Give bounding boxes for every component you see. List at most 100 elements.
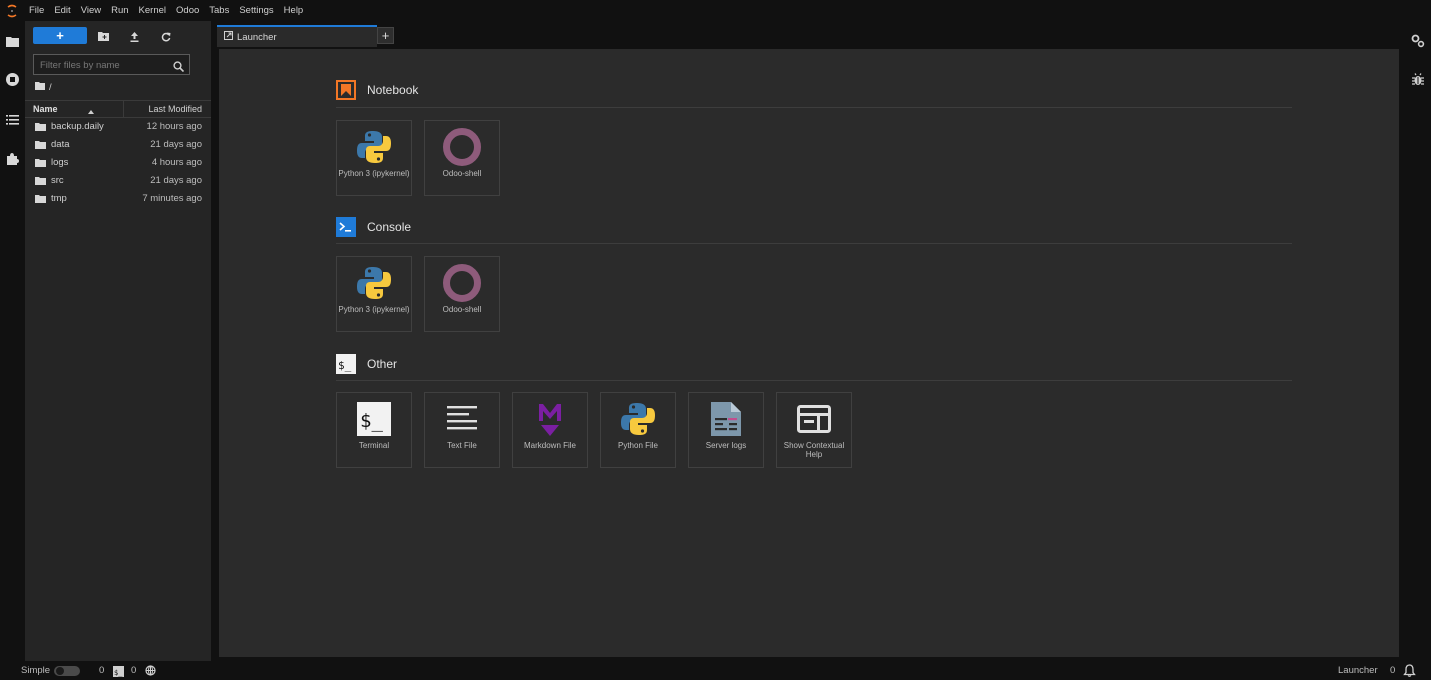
property-inspector-icon[interactable] <box>1410 33 1426 49</box>
folder-icon[interactable] <box>3 32 21 50</box>
kernels-count[interactable]: 0 <box>99 665 104 676</box>
python-icon <box>354 263 394 303</box>
card-label: Odoo-shell <box>442 305 482 314</box>
card-label: Markdown File <box>523 441 576 450</box>
menu-settings[interactable]: Settings <box>234 0 278 21</box>
column-divider[interactable] <box>123 101 124 118</box>
folder-icon <box>35 195 46 206</box>
menu-help[interactable]: Help <box>279 0 309 21</box>
current-activity-label: Launcher <box>1338 665 1378 676</box>
card-label: Python 3 (ipykernel) <box>338 169 410 178</box>
table-of-contents-icon[interactable] <box>3 110 21 128</box>
folder-icon <box>35 123 46 134</box>
svg-text:$_: $_ <box>114 669 123 677</box>
sort-ascending-icon <box>88 106 94 116</box>
menu-run[interactable]: Run <box>106 0 133 21</box>
right-activity-bar <box>1405 21 1431 661</box>
python-file-card[interactable]: Python File <box>600 392 676 468</box>
menu-edit[interactable]: Edit <box>49 0 75 21</box>
console-python3-card[interactable]: Python 3 (ipykernel) <box>336 256 412 332</box>
section-title: Notebook <box>367 83 419 97</box>
contextual-help-icon <box>794 399 834 439</box>
column-modified-header[interactable]: Last Modified <box>148 104 202 114</box>
text-file-icon <box>442 399 482 439</box>
file-modified: 21 days ago <box>150 139 202 150</box>
terminals-count[interactable]: 0 <box>131 665 136 676</box>
menu-file[interactable]: File <box>24 0 49 21</box>
svg-text:$_: $_ <box>338 359 352 372</box>
breadcrumb[interactable]: / <box>35 82 52 93</box>
debugger-bug-icon[interactable] <box>1410 71 1426 87</box>
tab-label: Launcher <box>237 31 277 43</box>
new-launcher-button[interactable]: + <box>33 27 87 44</box>
upload-icon[interactable] <box>126 28 143 45</box>
notebook-icon <box>336 80 356 100</box>
file-row[interactable]: backup.daily 12 hours ago <box>25 119 211 137</box>
tab-launcher[interactable]: Launcher <box>217 25 377 47</box>
file-row[interactable]: tmp 7 minutes ago <box>25 191 211 209</box>
simple-mode-label: Simple <box>21 665 51 676</box>
file-list-header: Name Last Modified <box>25 100 211 118</box>
add-tab-button[interactable]: + <box>377 27 394 44</box>
column-name-header[interactable]: Name <box>33 104 58 114</box>
running-kernels-icon[interactable] <box>3 70 21 88</box>
other-section-header: $_ Other <box>336 354 1292 376</box>
notebook-python3-card[interactable]: Python 3 (ipykernel) <box>336 120 412 196</box>
folder-icon <box>35 141 46 152</box>
file-name: data <box>51 139 70 150</box>
markdown-file-card[interactable]: Markdown File <box>512 392 588 468</box>
terminal-card[interactable]: $_ Terminal <box>336 392 412 468</box>
text-file-card[interactable]: Text File <box>424 392 500 468</box>
file-row[interactable]: src 21 days ago <box>25 173 211 191</box>
simple-mode-toggle[interactable] <box>54 666 80 676</box>
menu-odoo[interactable]: Odoo <box>171 0 204 21</box>
card-label: Show Contextual Help <box>783 441 845 459</box>
new-folder-icon[interactable] <box>95 28 112 45</box>
file-modified: 4 hours ago <box>151 157 202 168</box>
file-name: src <box>51 175 64 186</box>
file-name: tmp <box>51 193 67 204</box>
console-odoo-shell-card[interactable]: Odoo-shell <box>424 256 500 332</box>
search-icon <box>173 59 185 77</box>
folder-icon <box>35 82 45 93</box>
notebook-odoo-shell-card[interactable]: Odoo-shell <box>424 120 500 196</box>
file-browser-panel: + / Name Last Modified backup.daily 12 h… <box>25 21 211 661</box>
refresh-icon[interactable] <box>157 28 174 45</box>
menu-kernel[interactable]: Kernel <box>134 0 171 21</box>
file-name: logs <box>51 157 69 168</box>
section-divider <box>336 107 1292 108</box>
filter-files-field[interactable] <box>33 54 190 75</box>
card-label: Python File <box>617 441 659 450</box>
file-modified: 7 minutes ago <box>142 193 202 204</box>
menu-bar: File Edit View Run Kernel Odoo Tabs Sett… <box>0 0 1431 21</box>
extension-manager-icon[interactable] <box>3 149 21 167</box>
tab-bar: Launcher + <box>217 21 1401 47</box>
svg-text:$_: $_ <box>360 410 383 432</box>
section-divider <box>336 380 1292 381</box>
card-label: Terminal <box>358 441 390 450</box>
file-modified: 21 days ago <box>150 175 202 186</box>
folder-icon <box>35 177 46 188</box>
terminal-icon: $_ <box>354 399 394 439</box>
terminal-status-icon: $_ <box>113 666 124 680</box>
file-name: backup.daily <box>51 121 104 132</box>
python-icon <box>354 127 394 167</box>
notification-bell-icon[interactable] <box>1403 664 1416 680</box>
menu-tabs[interactable]: Tabs <box>204 0 234 21</box>
left-activity-bar <box>0 21 24 661</box>
notifications-count[interactable]: 0 <box>1390 665 1395 676</box>
contextual-help-card[interactable]: Show Contextual Help <box>776 392 852 468</box>
breadcrumb-root[interactable]: / <box>49 82 52 93</box>
odoo-icon <box>442 127 482 167</box>
file-row[interactable]: data 21 days ago <box>25 137 211 155</box>
section-title: Console <box>367 220 412 234</box>
notebook-section-header: Notebook <box>336 80 1292 102</box>
file-row[interactable]: logs 4 hours ago <box>25 155 211 173</box>
card-label: Odoo-shell <box>442 169 482 178</box>
section-title: Other <box>367 357 398 371</box>
log-file-icon <box>706 399 746 439</box>
status-bar: Simple 0 $_ 0 Launcher 0 <box>0 661 1431 680</box>
menu-view[interactable]: View <box>76 0 106 21</box>
filter-files-input[interactable] <box>34 56 169 75</box>
server-logs-card[interactable]: Server logs <box>688 392 764 468</box>
